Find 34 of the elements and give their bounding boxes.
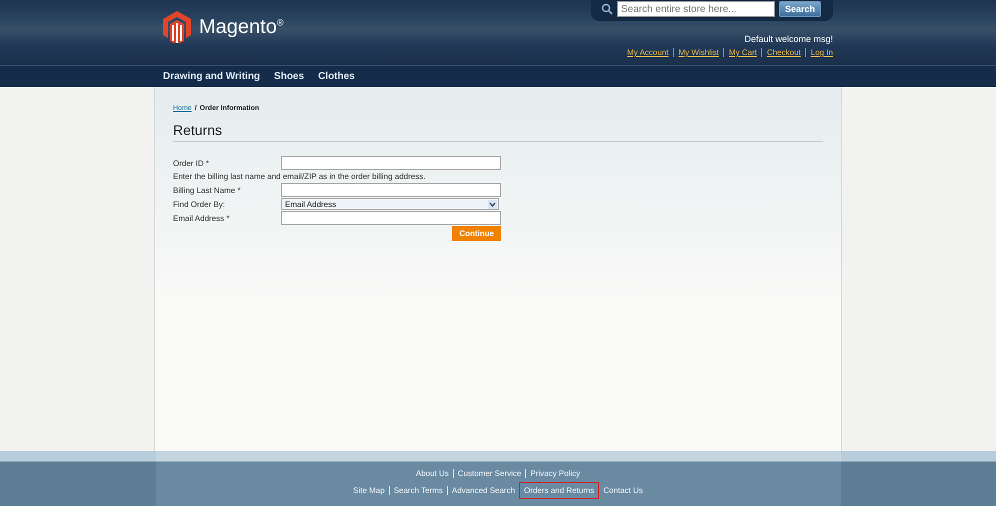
account-link[interactable]: Checkout [760, 48, 801, 57]
caret-icon [488, 200, 497, 208]
field-label: Find Order By: [173, 200, 226, 208]
nav-link[interactable]: Drawing and Writing [163, 71, 260, 82]
footer-link[interactable]: Advanced Search [446, 486, 516, 495]
continue-button[interactable]: Continue [452, 226, 501, 241]
input-field[interactable] [281, 211, 501, 225]
footer-link[interactable]: Site Map [353, 486, 385, 495]
field-label: Order ID * [173, 158, 210, 168]
field-label: Email Address * [173, 214, 230, 222]
footer-link[interactable]: About Us [416, 469, 449, 478]
search-button[interactable]: Search [778, 1, 821, 17]
account-link[interactable]: Log In [804, 48, 833, 57]
input-field[interactable] [281, 183, 501, 197]
page-title: Returns [173, 122, 823, 142]
logo-icon [163, 11, 191, 43]
footer-link[interactable]: Orders and Returns [519, 482, 600, 499]
welcome-message: Default welcome msg! [744, 34, 833, 44]
field-label: Billing Last Name * [173, 186, 242, 194]
footer-link[interactable]: Contact Us [603, 486, 643, 495]
logo-text: Magento$^{®}$ [199, 16, 284, 38]
footer-link[interactable]: Customer Service [452, 469, 522, 478]
account-link[interactable]: My Wishlist [672, 48, 719, 57]
input-field[interactable] [281, 156, 501, 170]
form-note: Enter the billing last name and email/ZIP as in the order billing address. [173, 171, 426, 183]
nav-link[interactable]: Shoes [274, 71, 304, 82]
search-icon [600, 3, 613, 15]
nav-link[interactable]: Clothes [318, 71, 355, 82]
footer-link[interactable]: Privacy Policy [525, 469, 580, 478]
search-field[interactable]: Search entire store here... [616, 1, 775, 17]
select-dropdown[interactable]: Email Address [281, 198, 499, 210]
account-link[interactable]: My Cart [722, 48, 757, 57]
footer-link[interactable]: Search Terms [388, 486, 443, 495]
account-link[interactable]: My Account [627, 48, 668, 57]
